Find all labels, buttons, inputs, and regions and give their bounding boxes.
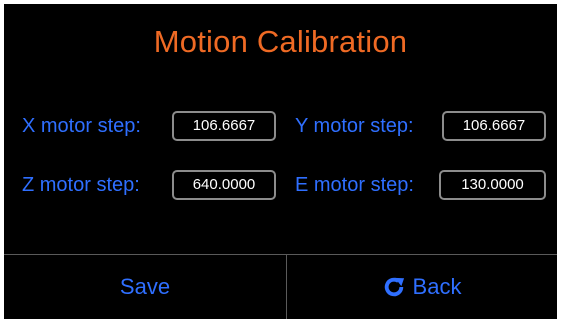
e-motor-step-label: E motor step: [295,174,414,196]
save-button[interactable]: Save [4,255,286,319]
e-motor-step-field[interactable]: 130.0000 [439,170,546,200]
y-motor-step-field[interactable]: 106.6667 [442,111,546,141]
x-motor-step-label: X motor step: [22,115,141,137]
back-button[interactable]: Back [287,255,557,319]
back-button-label: Back [412,274,462,299]
z-motor-step-label: Z motor step: [22,174,140,196]
refresh-icon [383,276,405,298]
z-motor-step-field[interactable]: 640.0000 [172,170,276,200]
page-title: Motion Calibration [153,24,408,59]
save-button-label: Save [119,274,171,299]
y-motor-step-label: Y motor step: [295,115,414,137]
x-motor-step-field[interactable]: 106.6667 [172,111,276,141]
calibration-screen: Motion Calibration X motor step: 106.666… [4,4,557,319]
